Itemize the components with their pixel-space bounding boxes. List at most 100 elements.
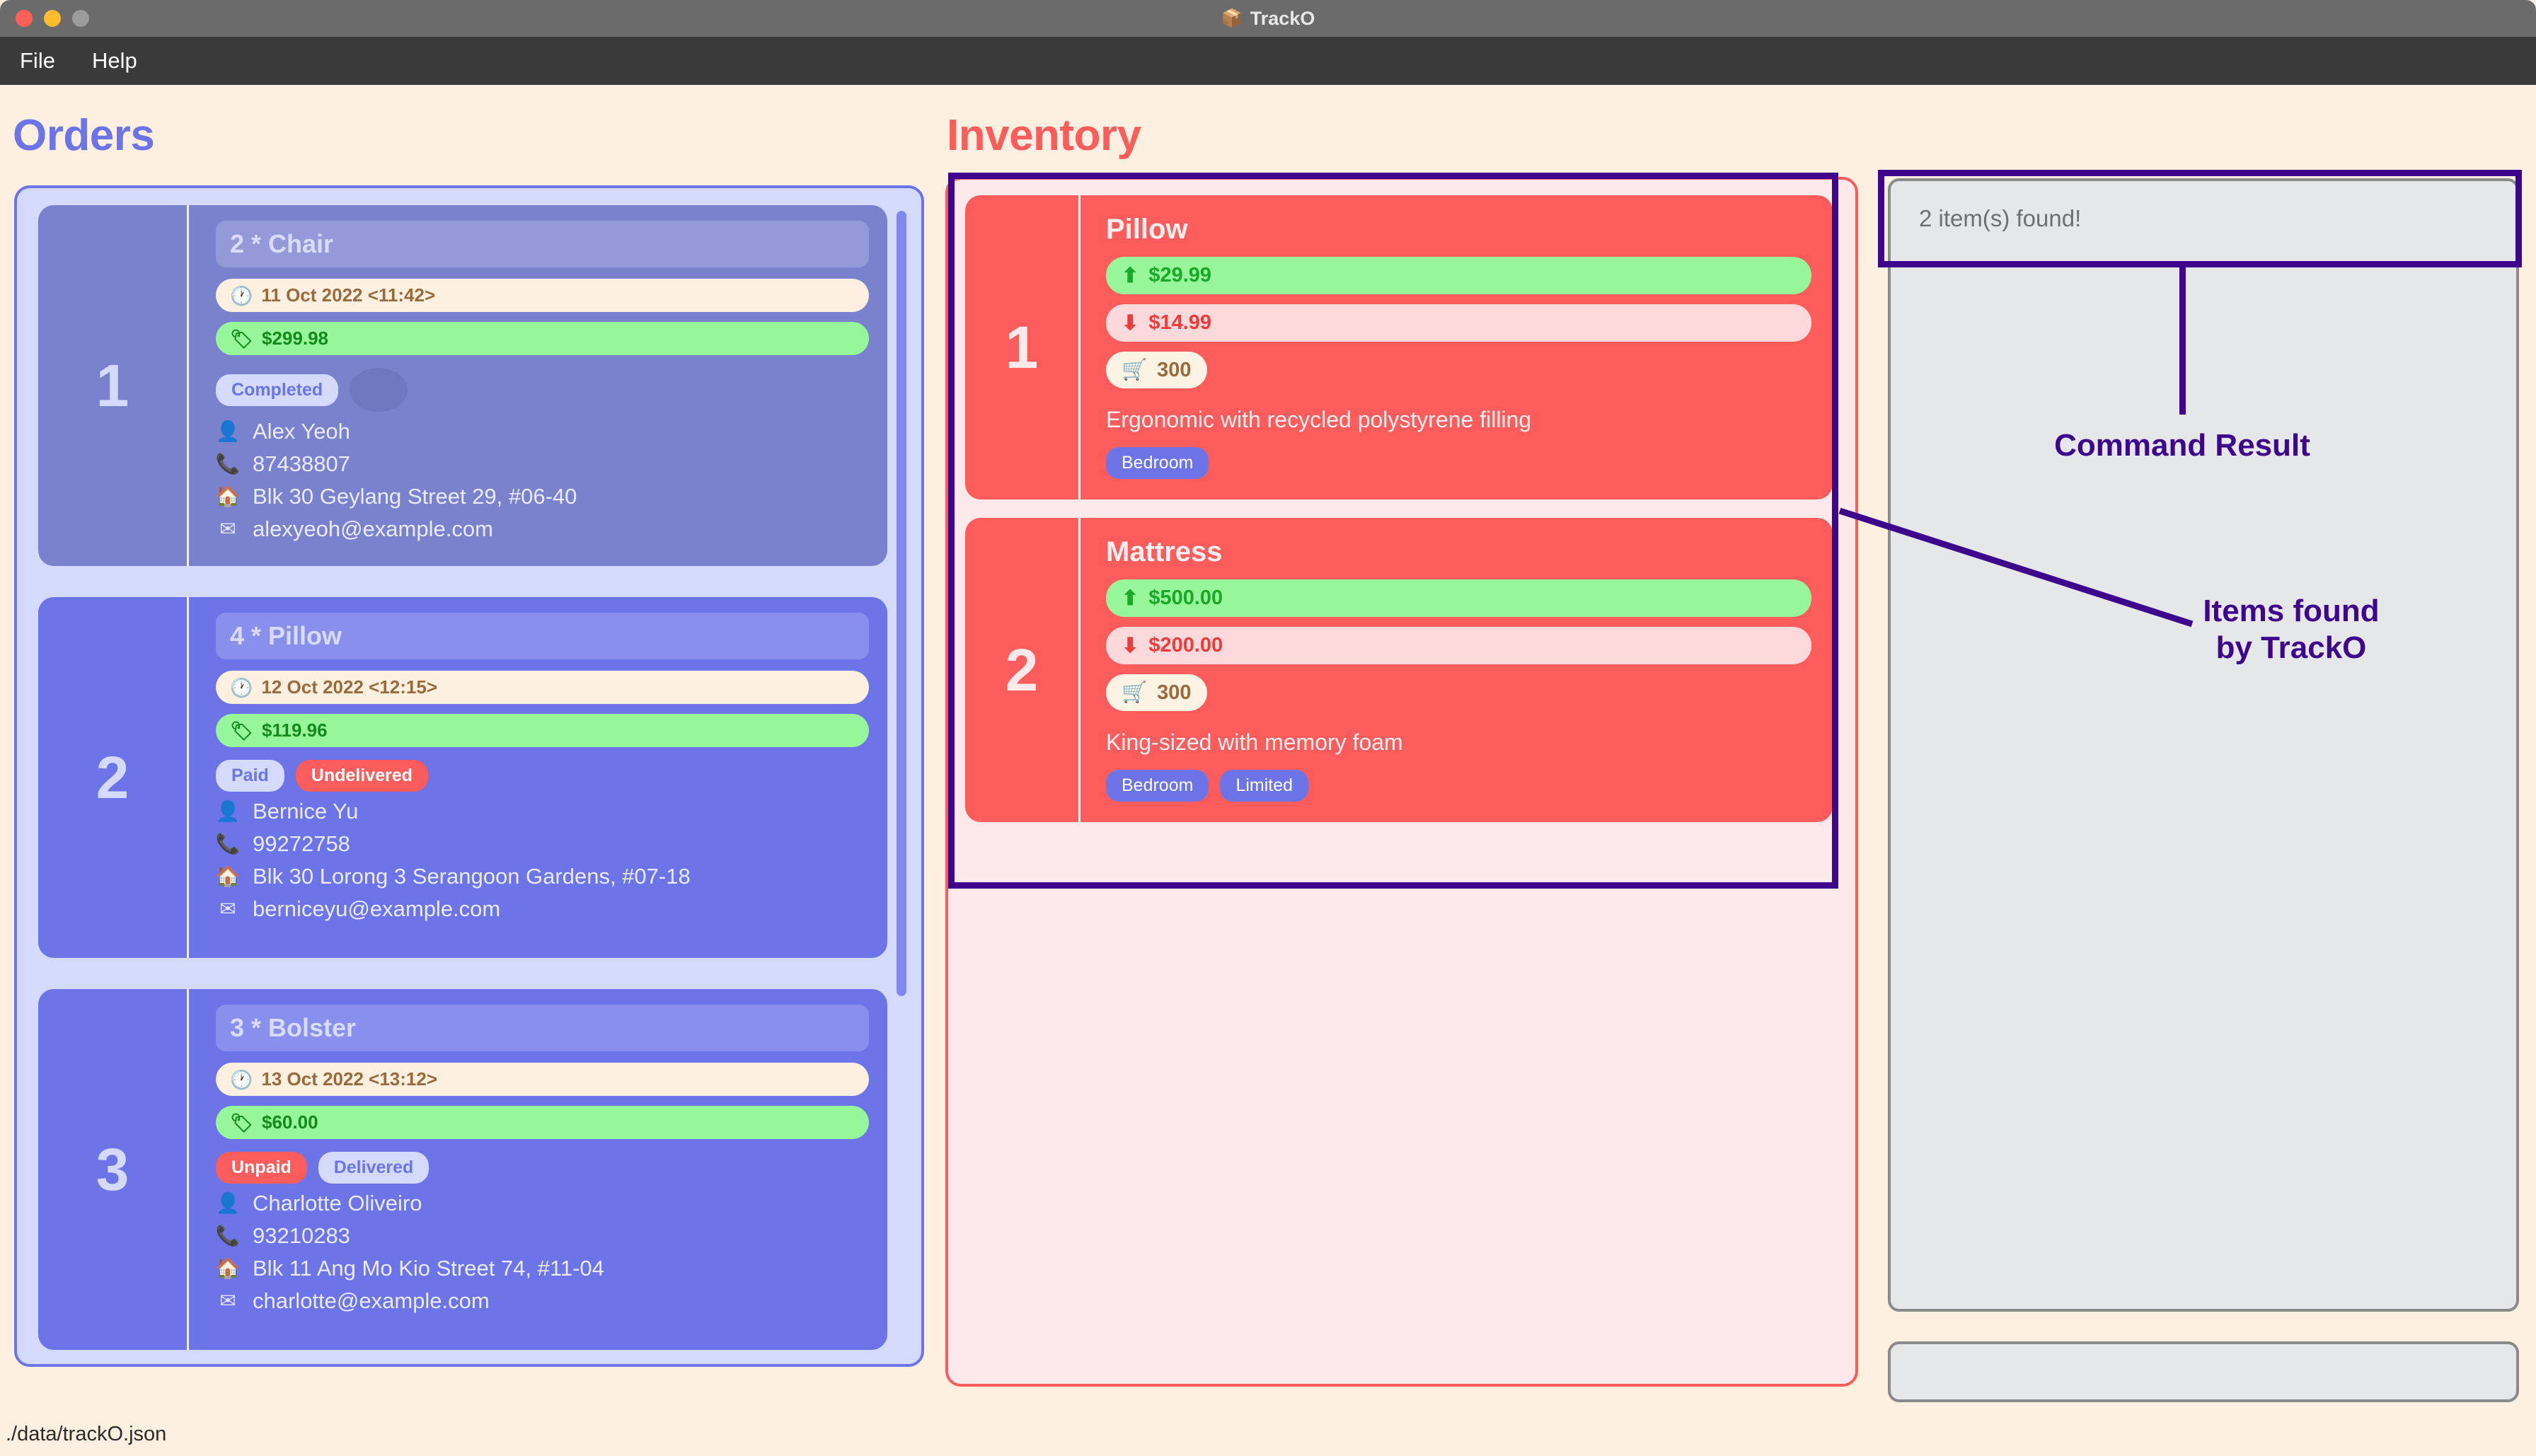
order-body: 4 * Pillow 🕐 12 Oct 2022 <12:15> 🏷 $119.…	[187, 597, 887, 958]
order-email-row: ✉ berniceyu@example.com	[216, 896, 869, 922]
home-icon: 🏠	[215, 485, 241, 507]
envelope-icon: ✉	[219, 898, 236, 920]
orders-list-panel[interactable]: 1 2 * Chair 🕐 11 Oct 2022 <11:42> 🏷 $299…	[14, 185, 924, 1367]
arrow-down-dollar-icon: ⬇	[1122, 635, 1139, 657]
order-price-pill: 🏷 $299.98	[216, 322, 869, 355]
annotation-label-items-found: Items found by TrackO	[2150, 593, 2433, 666]
order-customer-name: Bernice Yu	[253, 799, 359, 824]
menu-item-help[interactable]: Help	[92, 48, 137, 74]
inventory-cost-price-pill: ⬇ $14.99	[1106, 304, 1811, 342]
order-price-text: $119.96	[262, 720, 328, 741]
clock-icon: 🕐	[230, 1068, 253, 1090]
list-item[interactable]: 2 Mattress ⬆ $500.00 ⬇ $200.00 🛒 300 Kin…	[965, 518, 1833, 822]
inventory-tags: Bedroom Limited	[1106, 770, 1811, 802]
shopping-cart-icon: 🛒	[1122, 359, 1148, 381]
inventory-cost-price: $200.00	[1148, 634, 1223, 657]
window-title-group: 📦 TrackO	[0, 0, 2536, 37]
orders-scroll-area[interactable]: 1 2 * Chair 🕐 11 Oct 2022 <11:42> 🏷 $299…	[17, 188, 921, 1364]
order-date-pill: 🕐 11 Oct 2022 <11:42>	[216, 279, 869, 312]
phone-icon: 📞	[215, 1225, 241, 1247]
inventory-description: Ergonomic with recycled polystyrene fill…	[1106, 407, 1532, 432]
annotation-label-command-result: Command Result	[2054, 428, 2310, 463]
menu-item-file[interactable]: File	[20, 48, 55, 74]
home-icon: 🏠	[215, 1257, 241, 1279]
order-address-row: 🏠 Blk 30 Geylang Street 29, #06-40	[216, 484, 869, 509]
inventory-quantity: 300	[1157, 681, 1192, 704]
order-index: 2	[96, 744, 129, 811]
order-title: 2 * Chair	[216, 221, 869, 267]
price-tag-icon: 🏷	[230, 1111, 254, 1133]
order-price-row: 🏷 $299.98	[216, 322, 869, 355]
order-address: Blk 30 Geylang Street 29, #06-40	[253, 484, 577, 509]
command-input[interactable]	[1888, 1341, 2519, 1402]
inventory-cost-price: $14.99	[1148, 311, 1212, 334]
order-date-text: 13 Oct 2022 <13:12>	[261, 1068, 438, 1090]
inventory-cost-price-pill: ⬇ $200.00	[1106, 627, 1811, 664]
command-result-panel: 2 item(s) found!	[1888, 178, 2519, 1312]
order-price-text: $299.98	[262, 328, 328, 349]
home-icon: 🏠	[215, 865, 241, 887]
order-price-pill: 🏷 $119.96	[216, 714, 869, 747]
inventory-item-name: Pillow	[1106, 214, 1188, 245]
inventory-sell-price: $29.99	[1148, 264, 1212, 287]
status-badge: Unpaid	[216, 1152, 307, 1184]
order-customer-row: 👤 Alex Yeoh	[216, 419, 869, 444]
status-badge-placeholder	[350, 368, 408, 412]
order-date-pill: 🕐 13 Oct 2022 <13:12>	[216, 1063, 869, 1096]
order-price-pill: 🏷 $60.00	[216, 1106, 869, 1139]
inventory-tags: Bedroom	[1106, 447, 1811, 479]
price-tag-icon: 🏷	[230, 328, 254, 349]
order-phone-row: 📞 99272758	[216, 831, 869, 857]
order-status-badges: Unpaid Delivered	[216, 1152, 869, 1184]
shopping-cart-icon: 🛒	[1122, 681, 1148, 704]
order-customer-row: 👤 Charlotte Oliveiro	[216, 1191, 869, 1216]
order-email: alexyeoh@example.com	[253, 516, 493, 541]
order-date-row: 🕐 13 Oct 2022 <13:12>	[216, 1063, 869, 1096]
inventory-item-name: Mattress	[1106, 536, 1223, 567]
order-title: 3 * Bolster	[216, 1005, 869, 1051]
inventory-sell-price-pill: ⬆ $29.99	[1106, 257, 1811, 294]
application-window: 📦 TrackO File Help Orders Inventory 1 2 …	[0, 0, 2536, 1456]
order-body: 3 * Bolster 🕐 13 Oct 2022 <13:12> 🏷 $60.…	[187, 989, 887, 1350]
inventory-quantity-pill: 🛒 300	[1106, 352, 1207, 388]
table-row[interactable]: 2 4 * Pillow 🕐 12 Oct 2022 <12:15> 🏷 $11…	[38, 597, 887, 958]
order-phone-row: 📞 93210283	[216, 1223, 869, 1249]
menu-bar: File Help	[0, 37, 2536, 85]
status-badge: Completed	[216, 374, 339, 406]
orders-scrollbar-thumb[interactable]	[897, 211, 906, 996]
order-date-pill: 🕐 12 Oct 2022 <12:15>	[216, 671, 869, 704]
inventory-sell-price: $500.00	[1148, 587, 1223, 609]
order-index: 3	[96, 1136, 129, 1203]
command-result-text: 2 item(s) found!	[1919, 205, 2082, 231]
inventory-tag: Limited	[1220, 770, 1309, 802]
order-index: 1	[96, 352, 129, 419]
table-row[interactable]: 3 3 * Bolster 🕐 13 Oct 2022 <13:12> 🏷 $6…	[38, 989, 887, 1350]
inventory-index: 1	[1005, 313, 1039, 381]
list-item[interactable]: 1 Pillow ⬆ $29.99 ⬇ $14.99 🛒 300 Ergonom…	[965, 195, 1833, 499]
order-price-row: 🏷 $60.00	[216, 1106, 869, 1139]
order-customer-row: 👤 Bernice Yu	[216, 799, 869, 824]
table-row[interactable]: 1 2 * Chair 🕐 11 Oct 2022 <11:42> 🏷 $299…	[38, 205, 887, 566]
order-customer-name: Charlotte Oliveiro	[253, 1191, 422, 1215]
order-date-text: 11 Oct 2022 <11:42>	[261, 284, 436, 306]
inventory-list-panel[interactable]: 1 Pillow ⬆ $29.99 ⬇ $14.99 🛒 300 Ergonom…	[945, 177, 1858, 1387]
clock-icon: 🕐	[230, 676, 253, 698]
status-badge: Paid	[216, 760, 284, 792]
orders-scrollbar[interactable]	[894, 201, 907, 1354]
phone-icon: 📞	[215, 833, 241, 855]
inventory-sell-price-pill: ⬆ $500.00	[1106, 579, 1811, 617]
order-phone: 87438807	[253, 451, 350, 476]
envelope-icon: ✉	[219, 1290, 236, 1312]
person-icon: 👤	[215, 420, 241, 442]
title-bar: 📦 TrackO	[0, 0, 2536, 37]
order-email-row: ✉ alexyeoh@example.com	[216, 516, 869, 542]
annotation-label-items-found-line1: Items found	[2203, 594, 2380, 628]
status-badge: Delivered	[318, 1152, 430, 1184]
inventory-body: Mattress ⬆ $500.00 ⬇ $200.00 🛒 300 King-…	[1078, 518, 1833, 822]
order-phone: 99272758	[253, 831, 350, 856]
order-phone: 93210283	[253, 1223, 350, 1248]
arrow-down-dollar-icon: ⬇	[1122, 312, 1139, 335]
order-title: 4 * Pillow	[216, 613, 869, 659]
inventory-tag: Bedroom	[1106, 447, 1209, 479]
order-email-row: ✉ charlotte@example.com	[216, 1288, 869, 1314]
